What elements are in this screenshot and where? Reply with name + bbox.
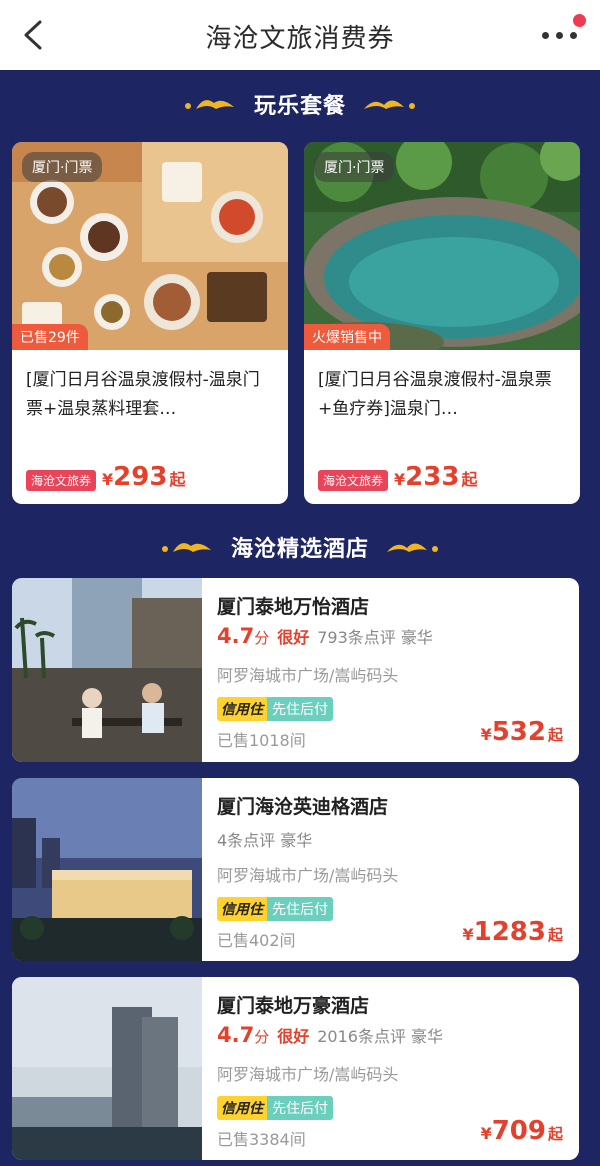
packages-section-heading: 玩乐套餐 <box>0 86 600 122</box>
package-name: [厦门日月谷温泉渡假村-温泉票+鱼疗券]温泉门… <box>318 370 552 419</box>
sales-status-badge: 火爆销售中 <box>304 324 390 350</box>
hotel-card[interactable]: 厦门泰地万怡酒店 4.7 分 很好 793条点评 豪华 阿罗海城市广场/嵩屿码头 … <box>12 578 579 762</box>
cloud-ornament-icon <box>184 100 234 109</box>
rooms-sold: 已售1018间 <box>217 731 306 750</box>
package-price: ¥233 起 <box>394 462 478 492</box>
section-title: 玩乐套餐 <box>253 94 346 119</box>
hotel-name: 厦门泰地万豪酒店 <box>217 995 370 1017</box>
credit-badges: 信用住 先住后付 <box>217 897 333 921</box>
package-card[interactable]: 厦门·门票 火爆销售中 [厦门日月谷温泉渡假村-温泉票+鱼疗券]温泉门… 海沧文… <box>304 142 580 504</box>
top-bar: 海沧文旅消费券 <box>0 0 600 70</box>
package-name: [厦门日月谷温泉渡假村-温泉门票+温泉蒸料理套… <box>26 370 260 419</box>
rooms-sold: 已售3384间 <box>217 1130 306 1149</box>
hotel-rating: 4条点评 豪华 <box>217 831 313 850</box>
hotel-address: 阿罗海城市广场/嵩屿码头 <box>217 866 399 885</box>
location-badge: 厦门·门票 <box>314 152 395 182</box>
notification-dot <box>573 14 586 27</box>
hotel-terrace-image <box>12 578 202 762</box>
credit-badges: 信用住 先住后付 <box>217 697 333 721</box>
hotels-section-heading: 海沧精选酒店 <box>0 529 600 565</box>
cloud-ornament-icon <box>387 543 438 552</box>
hotel-tower-image <box>12 977 202 1160</box>
hotel-address: 阿罗海城市广场/嵩屿码头 <box>217 1065 399 1084</box>
sales-status-badge: 已售29件 <box>12 324 88 350</box>
hotel-card[interactable]: 厦门海沧英迪格酒店 4条点评 豪华 阿罗海城市广场/嵩屿码头 信用住 先住后付 已… <box>12 778 579 961</box>
hotel-price: ¥532 起 <box>480 717 563 747</box>
hotel-name: 厦门泰地万怡酒店 <box>217 596 370 618</box>
cloud-ornament-icon <box>161 543 211 552</box>
hotel-card[interactable]: 厦门泰地万豪酒店 4.7 分 很好 2016条点评 豪华 阿罗海城市广场/嵩屿码头… <box>12 977 579 1160</box>
hotel-price: ¥1283 起 <box>462 917 563 947</box>
cloud-ornament-icon <box>364 100 415 109</box>
hotel-night-view-image <box>12 778 202 961</box>
package-card[interactable]: 厦门·门票 已售29件 [厦门日月谷温泉渡假村-温泉门票+温泉蒸料理套… 海沧文… <box>12 142 288 504</box>
section-title: 海沧精选酒店 <box>230 537 369 562</box>
price-row: 海沧文旅券 ¥293 起 <box>26 462 185 492</box>
hotel-rating: 4.7 分 很好 2016条点评 豪华 <box>217 1023 444 1047</box>
package-price: ¥293 起 <box>102 462 186 492</box>
credit-badges: 信用住 先住后付 <box>217 1096 333 1120</box>
hotel-rating: 4.7 分 很好 793条点评 豪华 <box>217 624 433 648</box>
voucher-tag: 海沧文旅券 <box>26 470 97 491</box>
hotel-name: 厦门海沧英迪格酒店 <box>217 796 389 818</box>
hotel-address: 阿罗海城市广场/嵩屿码头 <box>217 666 399 685</box>
hotel-price: ¥709 起 <box>480 1116 563 1146</box>
more-dots-icon[interactable] <box>540 14 586 48</box>
voucher-tag: 海沧文旅券 <box>318 470 389 491</box>
location-badge: 厦门·门票 <box>22 152 103 182</box>
price-row: 海沧文旅券 ¥233 起 <box>318 462 477 492</box>
page-title: 海沧文旅消费券 <box>205 24 395 54</box>
rooms-sold: 已售402间 <box>217 931 296 950</box>
